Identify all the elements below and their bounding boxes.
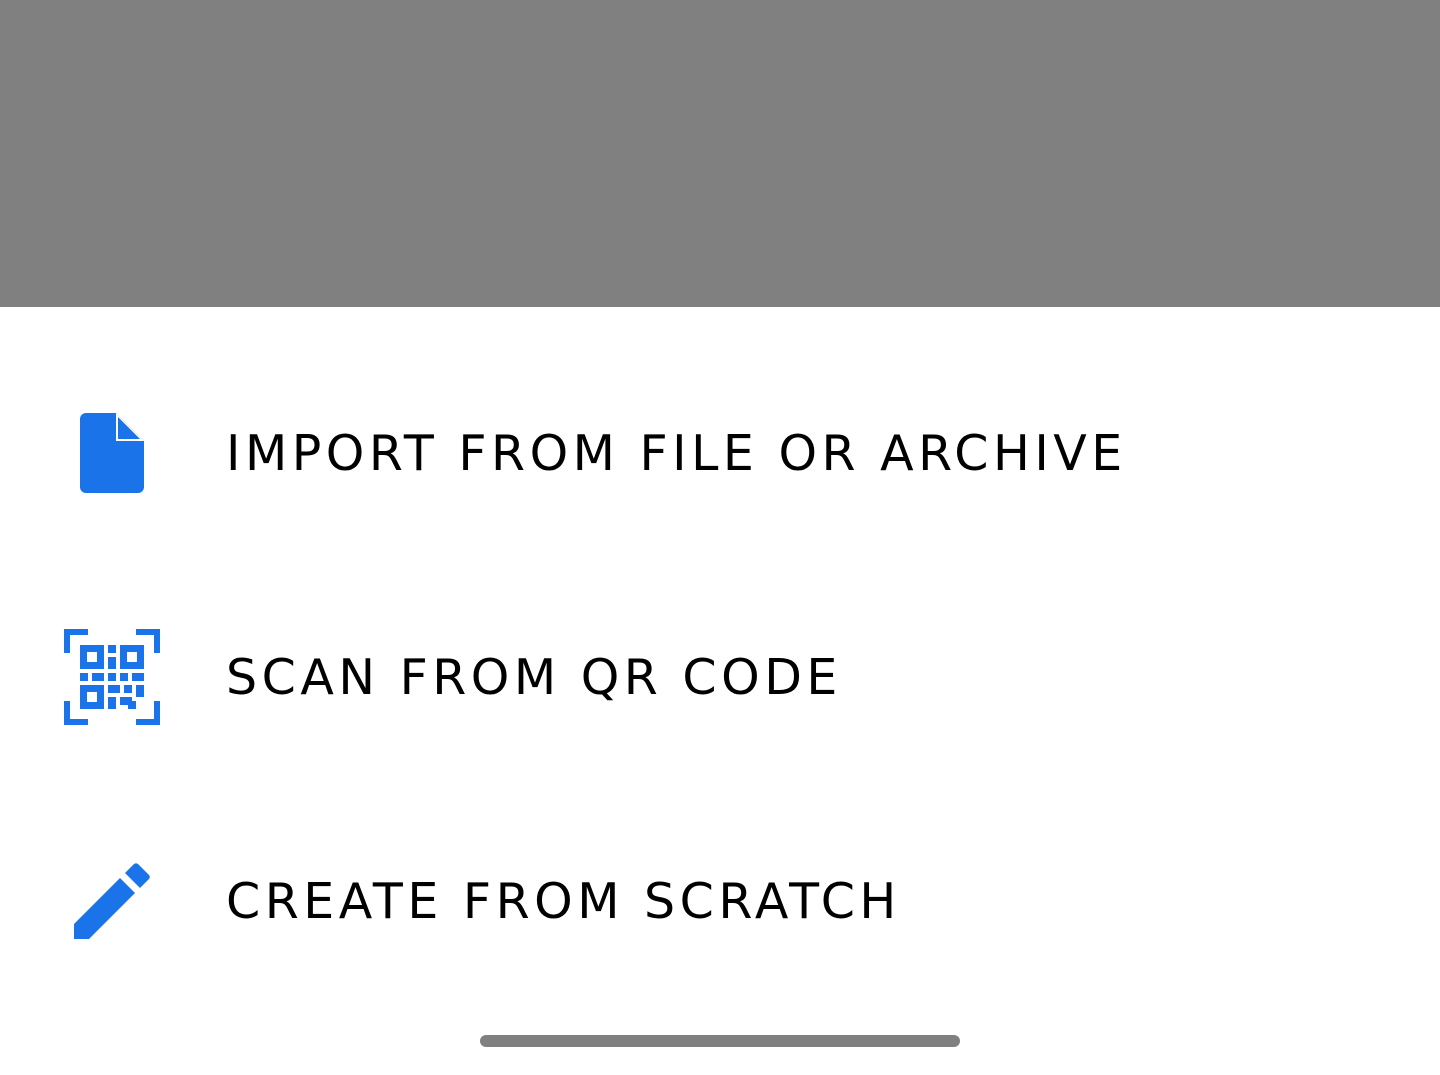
pencil-icon [56,845,168,957]
file-icon [56,397,168,509]
bottom-sheet: IMPORT FROM FILE OR ARCHIVE SCAN FROM QR… [0,307,1440,1075]
import-from-file-label: IMPORT FROM FILE OR ARCHIVE [226,424,1127,482]
scan-qr-code-option[interactable]: SCAN FROM QR CODE [0,565,1440,789]
qr-code-scanner-icon [56,621,168,733]
create-from-scratch-option[interactable]: CREATE FROM SCRATCH [0,789,1440,1013]
import-from-file-option[interactable]: IMPORT FROM FILE OR ARCHIVE [0,341,1440,565]
modal-scrim[interactable] [0,0,1440,307]
home-indicator[interactable] [480,1035,960,1047]
scan-qr-code-label: SCAN FROM QR CODE [226,648,842,706]
create-from-scratch-label: CREATE FROM SCRATCH [226,872,901,930]
